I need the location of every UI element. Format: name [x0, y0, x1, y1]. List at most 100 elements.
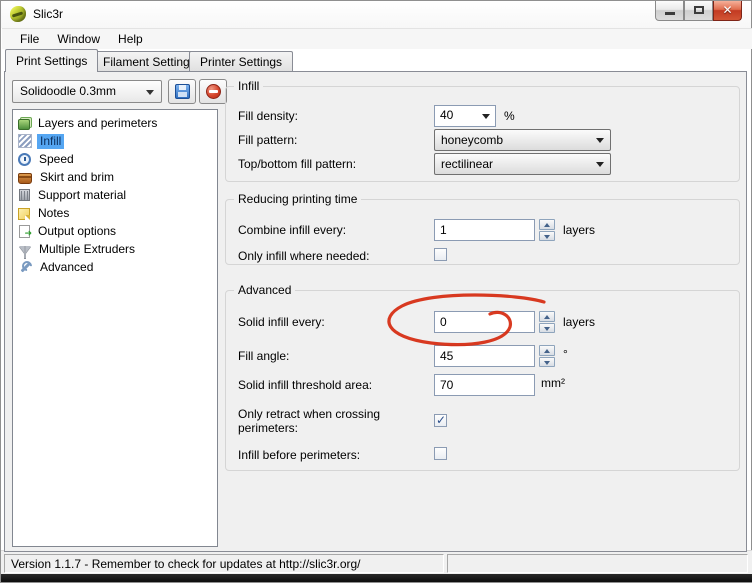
top-bottom-fill-pattern-value: rectilinear	[441, 157, 493, 171]
group-advanced-title: Advanced	[234, 283, 295, 297]
sidebar-item-label: Output options	[35, 224, 119, 239]
status-field-2	[447, 554, 748, 573]
window-title: Slic3r	[33, 7, 63, 21]
advanced-icon	[18, 260, 32, 274]
group-infill: Infill Fill density: 40 % Fill pattern: …	[225, 86, 740, 182]
combine-infill-label: Combine infill every:	[238, 223, 346, 237]
spin-up-icon[interactable]	[539, 311, 555, 322]
spin-down-icon[interactable]	[539, 357, 555, 368]
support-icon	[19, 189, 30, 201]
tab-print-settings[interactable]: Print Settings	[5, 49, 98, 72]
menu-file[interactable]: File	[11, 30, 48, 48]
sidebar-item-label: Layers and perimeters	[35, 116, 160, 131]
sidebar-item-label: Multiple Extruders	[36, 242, 138, 257]
preset-value: Solidoodle 0.3mm	[20, 84, 116, 98]
fill-pattern-label: Fill pattern:	[238, 133, 297, 147]
close-icon: ✕	[714, 3, 741, 17]
chevron-down-icon	[596, 162, 604, 167]
print-settings-page: Solidoodle 0.3mm Layers and perimeters I…	[4, 71, 747, 552]
minimize-button[interactable]	[655, 1, 684, 21]
save-icon	[175, 84, 190, 99]
infill-before-perimeters-label: Infill before perimeters:	[238, 448, 360, 462]
solid-infill-threshold-label: Solid infill threshold area:	[238, 378, 372, 392]
close-button[interactable]: ✕	[713, 1, 742, 21]
sidebar-item-layers-and-perimeters[interactable]: Layers and perimeters	[13, 114, 217, 132]
bottom-edge	[1, 574, 752, 582]
infill-icon	[18, 134, 32, 148]
sidebar-item-advanced[interactable]: Advanced	[13, 258, 217, 276]
title-bar[interactable]: Slic3r ✕	[1, 1, 751, 28]
fill-density-label: Fill density:	[238, 109, 298, 123]
group-infill-title: Infill	[234, 79, 263, 93]
fill-pattern-value: honeycomb	[441, 133, 503, 147]
solid-infill-every-label: Solid infill every:	[238, 315, 325, 329]
status-bar: Version 1.1.7 - Remember to check for up…	[1, 550, 752, 574]
notes-icon	[18, 208, 30, 220]
sidebar-item-speed[interactable]: Speed	[13, 150, 217, 168]
fill-pattern-dropdown[interactable]: honeycomb	[434, 129, 611, 151]
combine-infill-stepper	[539, 219, 555, 241]
solid-infill-every-unit: layers	[563, 315, 595, 329]
menu-help[interactable]: Help	[109, 30, 152, 48]
maximize-button[interactable]	[684, 1, 713, 21]
solid-infill-every-stepper	[539, 311, 555, 333]
app-window: Slic3r ✕ File Window Help Print Settings…	[0, 0, 752, 583]
spin-up-icon[interactable]	[539, 219, 555, 230]
fill-density-value: 40	[440, 108, 453, 122]
sidebar-item-infill[interactable]: Infill	[13, 132, 217, 150]
spin-down-icon[interactable]	[539, 231, 555, 242]
only-infill-where-needed-label: Only infill where needed:	[238, 249, 369, 263]
chevron-down-icon	[482, 114, 490, 119]
top-bottom-fill-pattern-label: Top/bottom fill pattern:	[238, 157, 356, 171]
tab-printer-settings[interactable]: Printer Settings	[189, 51, 293, 72]
sidebar-item-support-material[interactable]: Support material	[13, 186, 217, 204]
group-reducing-title: Reducing printing time	[234, 192, 361, 206]
sidebar-item-label: Infill	[37, 134, 64, 149]
sidebar-item-label: Advanced	[37, 260, 96, 275]
settings-tree: Layers and perimeters Infill Speed Skirt…	[12, 109, 218, 547]
sidebar-item-label: Notes	[35, 206, 72, 221]
top-bottom-fill-pattern-dropdown[interactable]: rectilinear	[434, 153, 611, 175]
combine-infill-input[interactable]	[434, 219, 535, 241]
save-preset-button[interactable]	[168, 79, 196, 104]
preset-dropdown[interactable]: Solidoodle 0.3mm	[12, 80, 162, 103]
menu-bar: File Window Help	[2, 28, 752, 49]
fill-angle-input[interactable]	[434, 345, 535, 367]
only-retract-label: Only retract when crossing perimeters:	[238, 407, 433, 435]
group-advanced: Advanced Solid infill every: layers Fill…	[225, 290, 740, 471]
solid-infill-threshold-input[interactable]	[434, 374, 535, 396]
window-controls: ✕	[655, 1, 742, 22]
solid-infill-threshold-unit: mm²	[541, 376, 565, 390]
output-icon	[19, 225, 30, 238]
menu-window[interactable]: Window	[48, 30, 109, 48]
solid-infill-every-input[interactable]	[434, 311, 535, 333]
delete-preset-button[interactable]	[199, 79, 227, 104]
group-reducing-printing-time: Reducing printing time Combine infill ev…	[225, 199, 740, 265]
sidebar-item-multiple-extruders[interactable]: Multiple Extruders	[13, 240, 217, 258]
only-retract-checkbox[interactable]	[434, 414, 447, 427]
chevron-down-icon	[596, 138, 604, 143]
skirt-icon	[18, 173, 32, 184]
sidebar-item-label: Skirt and brim	[37, 170, 117, 185]
sidebar-item-label: Speed	[36, 152, 77, 167]
slic3r-logo-icon	[10, 6, 26, 22]
fill-angle-stepper	[539, 345, 555, 367]
fill-angle-label: Fill angle:	[238, 349, 289, 363]
tab-row: Print Settings Filament Settings Printer…	[4, 49, 750, 72]
sidebar-item-skirt-and-brim[interactable]: Skirt and brim	[13, 168, 217, 186]
layers-icon	[18, 119, 30, 130]
combine-infill-unit: layers	[563, 223, 595, 237]
status-text: Version 1.1.7 - Remember to check for up…	[4, 554, 444, 573]
spin-down-icon[interactable]	[539, 323, 555, 334]
speed-icon	[18, 153, 31, 166]
fill-density-combo[interactable]: 40	[434, 105, 496, 127]
sidebar-item-notes[interactable]: Notes	[13, 204, 217, 222]
minimize-icon	[665, 12, 675, 15]
fill-angle-unit: °	[563, 347, 568, 361]
spin-up-icon[interactable]	[539, 345, 555, 356]
maximize-icon	[694, 6, 704, 14]
delete-preset-icon	[206, 84, 221, 99]
sidebar-item-output-options[interactable]: Output options	[13, 222, 217, 240]
only-infill-where-needed-checkbox[interactable]	[434, 248, 447, 261]
infill-before-perimeters-checkbox[interactable]	[434, 447, 447, 460]
